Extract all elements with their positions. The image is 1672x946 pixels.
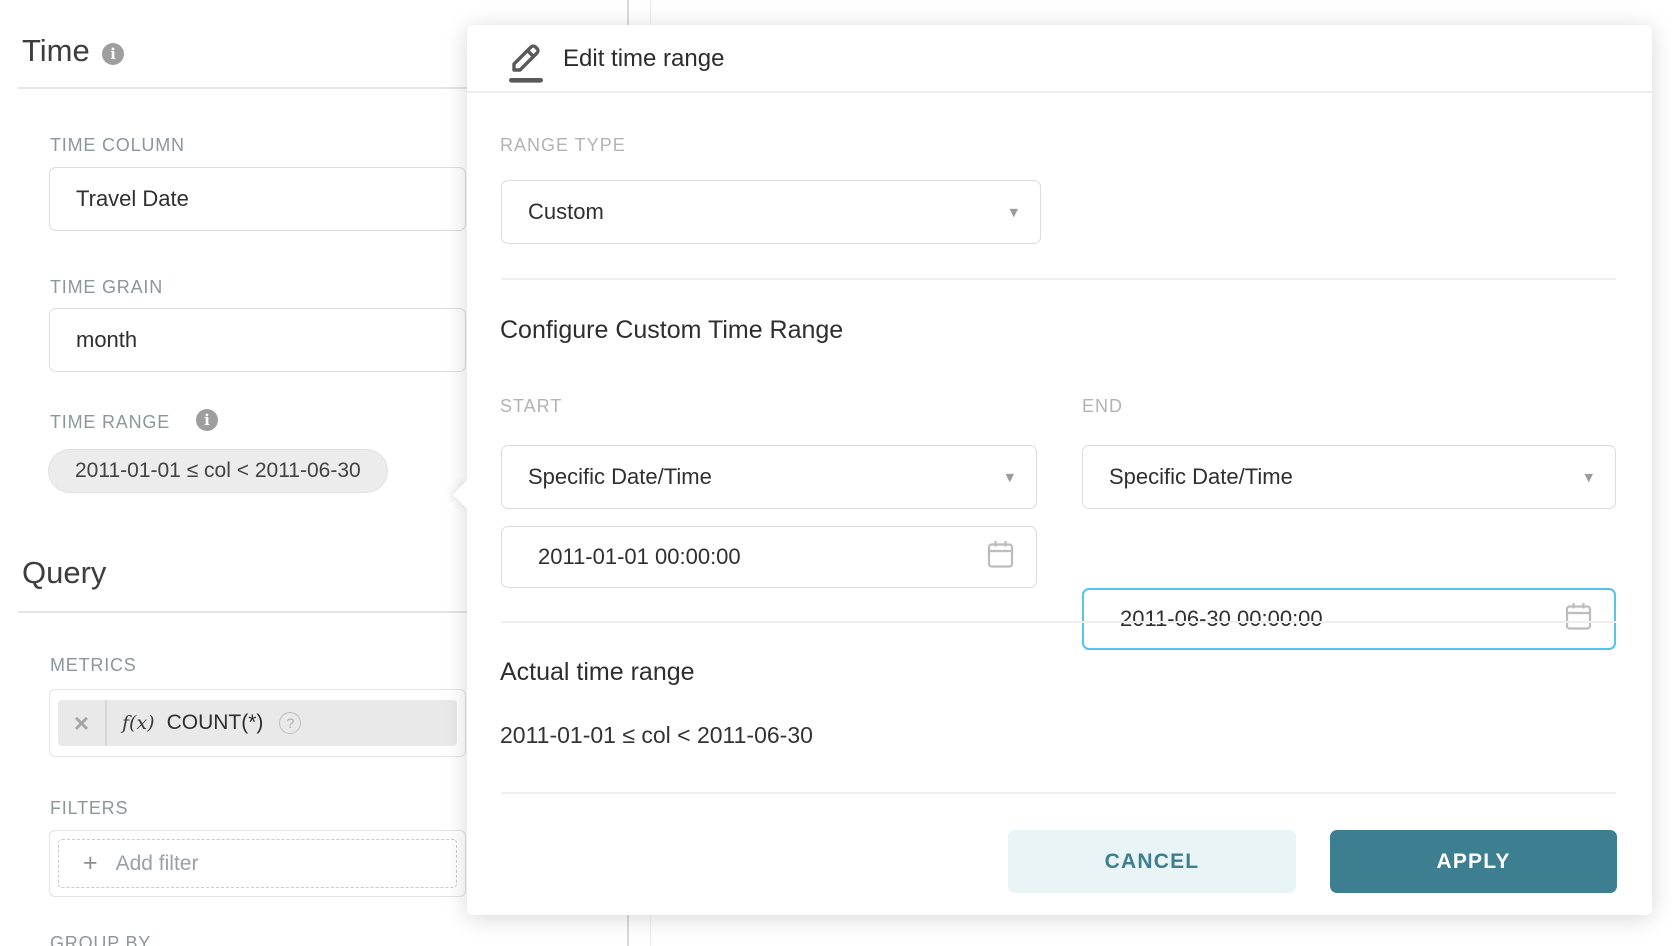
time-section-divider [18,87,467,89]
start-datetime-value: 2011-01-01 00:00:00 [502,544,741,570]
start-type-value: Specific Date/Time [502,464,712,490]
actual-time-range-value: 2011-01-01 ≤ col < 2011-06-30 [500,722,813,749]
chip-separator [105,700,107,746]
superset-explore-screen: Time i TIME COLUMN Travel Date TIME GRAI… [0,0,1672,946]
popover-title: Edit time range [563,45,724,73]
calendar-icon [1565,602,1592,637]
function-icon: f(x) [122,712,155,734]
add-filter-button[interactable]: + Add filter [58,839,457,888]
popover-arrow [453,480,483,510]
header-divider [467,91,1652,93]
time-column-select[interactable]: Travel Date [49,167,466,231]
end-datetime-value: 2011-06-30 00:00:00 [1084,606,1323,632]
filters-label: FILTERS [50,798,128,819]
end-label: END [1082,396,1123,417]
time-range-label: TIME RANGE [50,412,170,433]
calendar-icon [987,540,1014,575]
query-section-divider [18,611,467,613]
help-icon-glyph: ? [287,715,295,731]
configure-heading: Configure Custom Time Range [500,316,843,345]
info-icon[interactable]: i [196,409,218,431]
chevron-down-icon: ▾ [1009,204,1018,221]
edit-pencil-icon [505,37,543,88]
time-range-pill[interactable]: 2011-01-01 ≤ col < 2011-06-30 [48,449,388,493]
group-by-label: GROUP BY [50,933,151,946]
edit-time-range-popover: Edit time range RANGE TYPE Custom ▾ Conf… [467,25,1652,915]
time-grain-value: month [50,327,137,353]
time-grain-label: TIME GRAIN [50,277,163,298]
range-type-select[interactable]: Custom ▾ [501,180,1041,244]
info-icon[interactable]: i [102,43,124,65]
chevron-down-icon: ▾ [1005,469,1014,486]
time-grain-select[interactable]: month [49,308,466,372]
time-column-value: Travel Date [50,186,189,212]
metrics-label: METRICS [50,655,137,676]
start-label: START [500,396,562,417]
metric-chip[interactable]: × f(x) COUNT(*) ? [58,700,457,746]
start-type-select[interactable]: Specific Date/Time ▾ [501,445,1037,509]
end-datetime-input[interactable]: 2011-06-30 00:00:00 [1082,588,1616,650]
section-divider [501,621,1616,623]
metrics-container: × f(x) COUNT(*) ? [49,689,466,757]
range-type-label: RANGE TYPE [500,135,626,156]
apply-button[interactable]: APPLY [1330,830,1617,893]
remove-metric-icon[interactable]: × [58,700,105,746]
query-section-title: Query [22,555,106,591]
cancel-button[interactable]: CANCEL [1008,830,1296,893]
plus-icon: + [83,849,98,878]
info-icon-glyph: i [110,47,116,62]
range-type-value: Custom [502,199,604,225]
help-icon[interactable]: ? [279,712,301,734]
metric-name: COUNT(*) [167,711,264,735]
time-section-title: Time [22,33,90,69]
time-column-label: TIME COLUMN [50,135,185,156]
section-divider [501,278,1616,280]
filters-container: + Add filter [49,830,466,897]
end-type-value: Specific Date/Time [1083,464,1293,490]
footer-divider [501,792,1616,794]
chevron-down-icon: ▾ [1584,469,1593,486]
end-type-select[interactable]: Specific Date/Time ▾ [1082,445,1616,509]
time-range-pill-text: 2011-01-01 ≤ col < 2011-06-30 [75,459,361,483]
start-datetime-input[interactable]: 2011-01-01 00:00:00 [501,526,1037,588]
info-icon-glyph: i [204,413,210,428]
add-filter-label: Add filter [116,852,199,876]
actual-time-range-heading: Actual time range [500,658,695,687]
